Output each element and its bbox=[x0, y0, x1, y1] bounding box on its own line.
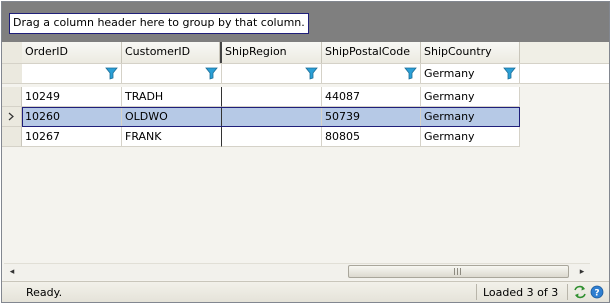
filter-funnel-icon[interactable] bbox=[404, 67, 417, 80]
status-divider bbox=[476, 284, 477, 300]
row-header[interactable] bbox=[2, 127, 22, 147]
filter-value-shipcountry: Germany bbox=[424, 67, 475, 80]
filter-cell-customerid[interactable] bbox=[122, 64, 222, 83]
column-header-customerid[interactable]: CustomerID bbox=[122, 42, 220, 63]
header-filler bbox=[520, 42, 609, 63]
cell-customerid[interactable]: OLDWO bbox=[122, 107, 222, 127]
scroll-left-button[interactable]: ◂ bbox=[4, 264, 20, 280]
cell-orderid[interactable]: 10260 bbox=[22, 107, 122, 127]
cell-shipcountry[interactable]: Germany bbox=[421, 107, 520, 127]
loaded-count: Loaded 3 of 3 bbox=[483, 286, 559, 299]
filter-funnel-icon[interactable] bbox=[205, 67, 218, 80]
cell-shippostalcode[interactable]: 80805 bbox=[322, 127, 421, 147]
refresh-arrows-icon[interactable] bbox=[573, 285, 587, 299]
group-by-hint: Drag a column header here to group by th… bbox=[9, 13, 309, 34]
filter-row-header bbox=[2, 64, 23, 83]
filter-funnel-icon[interactable] bbox=[305, 67, 318, 80]
cell-customerid[interactable]: FRANK bbox=[122, 127, 222, 147]
row-header[interactable] bbox=[2, 107, 22, 127]
filter-row: Germany bbox=[2, 64, 609, 84]
filter-cell-shippostalcode[interactable] bbox=[322, 64, 421, 83]
column-header-row: OrderID CustomerID ShipRegion ShipPostal… bbox=[2, 42, 609, 64]
cell-shippostalcode[interactable]: 44087 bbox=[322, 87, 421, 107]
data-grid: Drag a column header here to group by th… bbox=[1, 1, 610, 303]
status-bar: Ready. Loaded 3 of 3 ? bbox=[2, 281, 609, 302]
svg-text:?: ? bbox=[594, 289, 599, 299]
filter-cell-shipcountry[interactable]: Germany bbox=[421, 64, 520, 83]
grid-empty-area bbox=[2, 147, 609, 262]
filter-cell-orderid[interactable] bbox=[22, 64, 122, 83]
table-row[interactable]: 10249 TRADH 44087 Germany bbox=[2, 87, 520, 107]
cell-shipregion[interactable] bbox=[221, 87, 322, 107]
horizontal-scrollbar[interactable]: ◂ ▸ bbox=[4, 263, 590, 280]
cell-shipcountry[interactable]: Germany bbox=[421, 127, 520, 147]
cell-orderid[interactable]: 10249 bbox=[22, 87, 122, 107]
filter-funnel-icon[interactable] bbox=[503, 67, 516, 80]
scroll-thumb[interactable] bbox=[348, 265, 569, 278]
status-divider bbox=[567, 284, 568, 300]
cell-shipcountry[interactable]: Germany bbox=[421, 87, 520, 107]
filter-funnel-icon[interactable] bbox=[105, 67, 118, 80]
help-icon[interactable]: ? bbox=[590, 285, 604, 299]
cell-shippostalcode[interactable]: 50739 bbox=[322, 107, 421, 127]
scrollbar-corner bbox=[592, 263, 609, 280]
current-row-arrow-icon bbox=[8, 112, 14, 121]
cell-customerid[interactable]: TRADH bbox=[122, 87, 222, 107]
cell-shipregion[interactable] bbox=[221, 127, 322, 147]
table-row[interactable]: 10267 FRANK 80805 Germany bbox=[2, 127, 520, 147]
scroll-grip-icon bbox=[454, 268, 463, 275]
scroll-right-button[interactable]: ▸ bbox=[574, 264, 590, 280]
table-row-selected[interactable]: 10260 OLDWO 50739 Germany bbox=[2, 107, 520, 127]
column-header-shipcountry[interactable]: ShipCountry bbox=[421, 42, 520, 63]
cell-shipregion[interactable] bbox=[221, 107, 322, 127]
column-header-orderid[interactable]: OrderID bbox=[22, 42, 122, 63]
filter-cell-shipregion[interactable] bbox=[222, 64, 322, 83]
column-header-shippostalcode[interactable]: ShipPostalCode bbox=[322, 42, 421, 63]
row-header[interactable] bbox=[2, 87, 22, 107]
status-text: Ready. bbox=[26, 286, 63, 299]
column-header-shipregion[interactable]: ShipRegion bbox=[220, 42, 322, 63]
group-by-panel[interactable]: Drag a column header here to group by th… bbox=[2, 2, 609, 42]
cell-orderid[interactable]: 10267 bbox=[22, 127, 122, 147]
header-corner bbox=[2, 42, 23, 63]
